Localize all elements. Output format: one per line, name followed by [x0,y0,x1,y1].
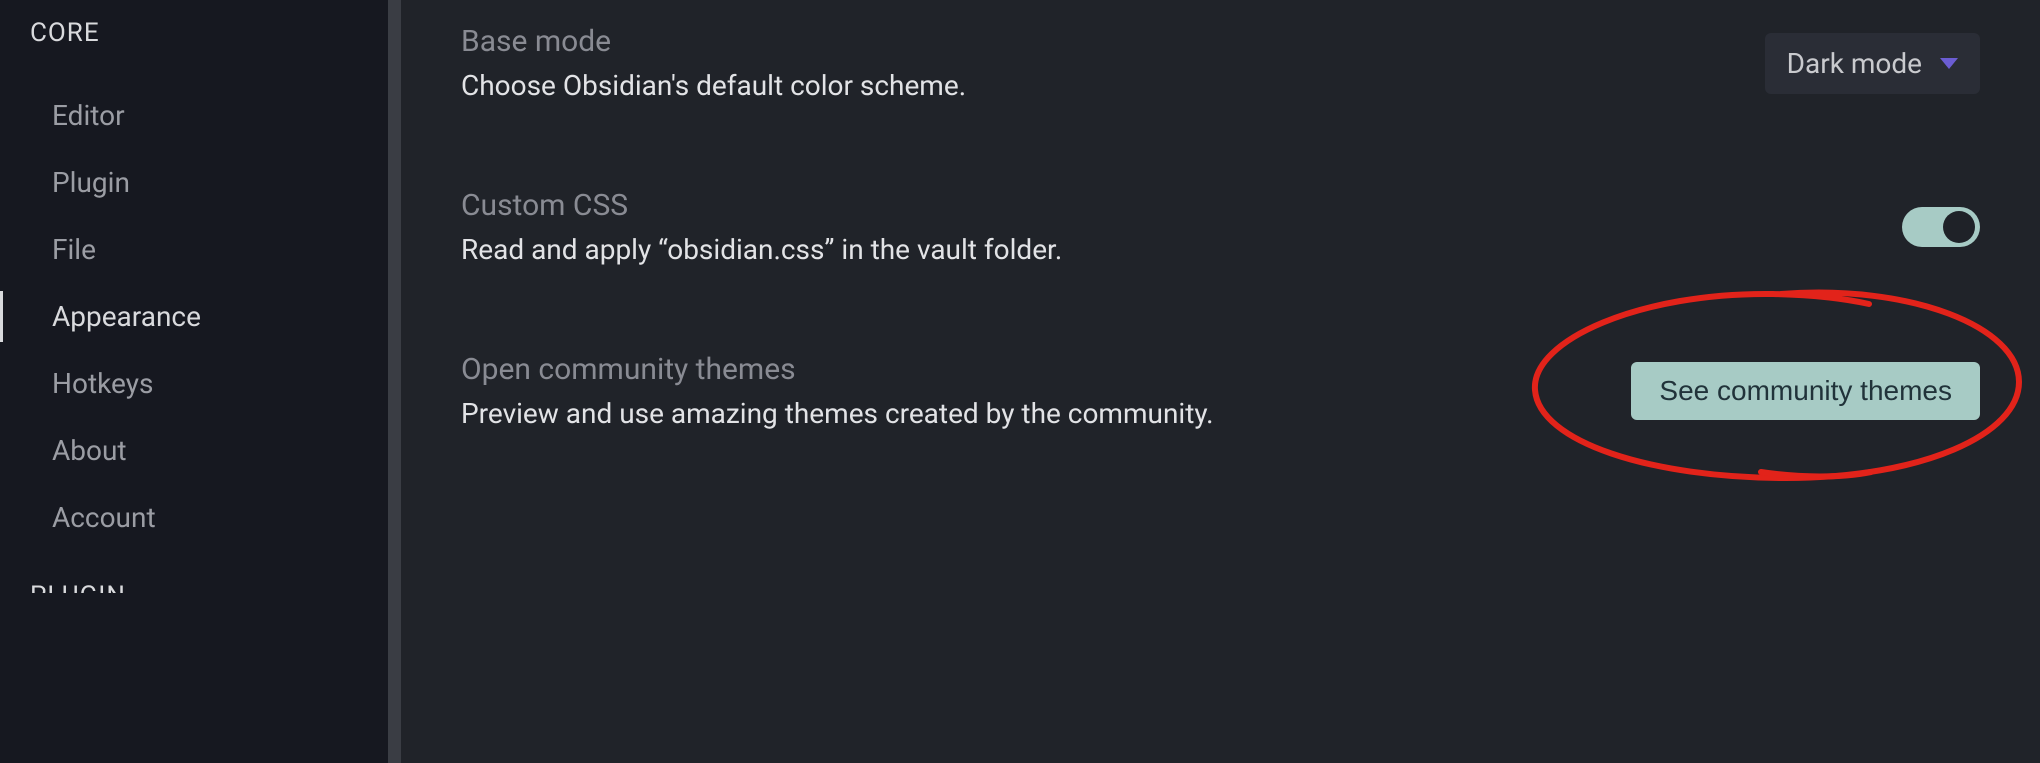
settings-pane-appearance: Base mode Choose Obsidian's default colo… [401,0,2040,763]
setting-description: Choose Obsidian's default color scheme. [461,69,1765,102]
setting-title: Custom CSS [461,188,1902,223]
chevron-down-icon [1940,58,1958,69]
sidebar-item-file[interactable]: File [0,216,388,283]
setting-text: Custom CSS Read and apply “obsidian.css”… [461,188,1902,266]
sidebar-item-label: Account [52,501,156,534]
sidebar-item-editor[interactable]: Editor [0,82,388,149]
sidebar-item-appearance[interactable]: Appearance [0,283,388,350]
setting-row-base-mode: Base mode Choose Obsidian's default colo… [461,24,1980,102]
setting-row-custom-css: Custom CSS Read and apply “obsidian.css”… [461,188,1980,266]
pane-divider [388,0,401,763]
setting-text: Base mode Choose Obsidian's default colo… [461,24,1765,102]
sidebar-item-label: Editor [52,99,125,132]
sidebar-item-plugin[interactable]: Plugin [0,149,388,216]
dropdown-selected-label: Dark mode [1787,47,1922,80]
sidebar-section-plugin: PLUGIN [0,581,388,593]
see-community-themes-button[interactable]: See community themes [1631,362,1980,420]
sidebar-item-label: Appearance [52,300,201,333]
sidebar-item-account[interactable]: Account [0,484,388,551]
setting-text: Open community themes Preview and use am… [461,352,1631,430]
setting-row-community-themes: Open community themes Preview and use am… [461,352,1980,430]
sidebar-item-label: Hotkeys [52,367,153,400]
settings-sidebar: CORE Editor Plugin File Appearance Hotke… [0,0,388,763]
sidebar-section-core: CORE [0,18,388,48]
sidebar-item-hotkeys[interactable]: Hotkeys [0,350,388,417]
custom-css-toggle[interactable] [1902,207,1980,247]
base-mode-dropdown[interactable]: Dark mode [1765,33,1980,94]
setting-control: See community themes [1631,362,1980,420]
setting-control: Dark mode [1765,33,1980,94]
setting-title: Base mode [461,24,1765,59]
sidebar-item-label: About [52,434,127,467]
sidebar-item-about[interactable]: About [0,417,388,484]
sidebar-item-label: File [52,233,96,266]
setting-control [1902,207,1980,247]
setting-description: Preview and use amazing themes created b… [461,397,1631,430]
toggle-knob [1943,211,1975,243]
setting-title: Open community themes [461,352,1631,387]
sidebar-item-label: Plugin [52,166,130,199]
setting-description: Read and apply “obsidian.css” in the vau… [461,233,1902,266]
